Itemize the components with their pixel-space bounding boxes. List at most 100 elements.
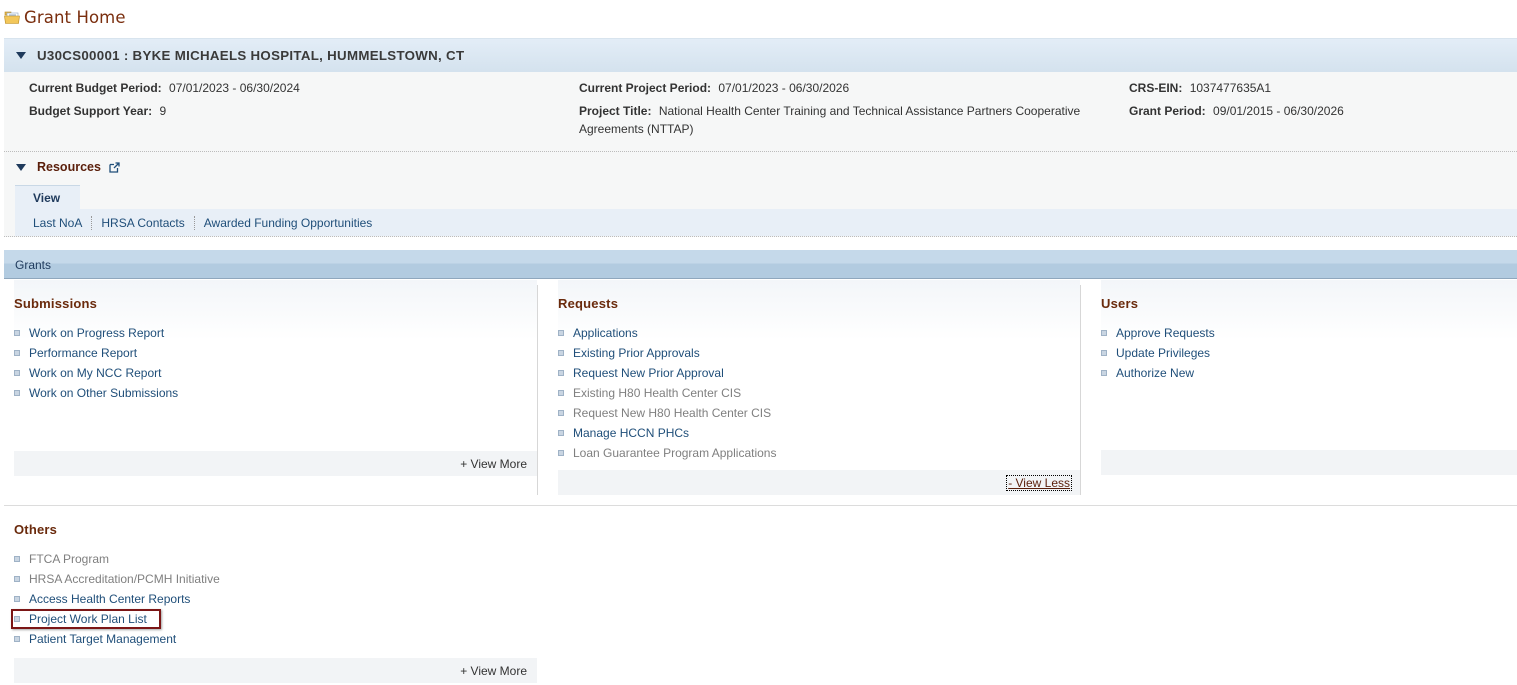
bullet-icon <box>558 370 564 376</box>
collapse-triangle-icon[interactable] <box>16 163 26 171</box>
others-view-more-button[interactable]: + View More <box>460 664 527 678</box>
value: 1037477635A1 <box>1189 81 1272 95</box>
link-project-work-plan-list[interactable]: Project Work Plan List <box>29 612 147 626</box>
link-work-on-my-ncc-report[interactable]: Work on My NCC Report <box>29 366 161 380</box>
bullet-icon <box>14 390 20 396</box>
requests-list: Applications Existing Prior Approvals Re… <box>558 323 776 463</box>
submissions-list: Work on Progress Report Performance Repo… <box>14 323 178 403</box>
details-col-2: Current Project Period: 07/01/2023 - 06/… <box>579 79 1099 138</box>
link-applications[interactable]: Applications <box>573 326 638 340</box>
link-update-privileges[interactable]: Update Privileges <box>1116 346 1210 360</box>
current-budget-period: Current Budget Period: 07/01/2023 - 06/3… <box>29 79 300 97</box>
grant-header[interactable]: U30CS00001 : BYKE MICHAELS HOSPITAL, HUM… <box>4 38 1517 72</box>
value: 07/01/2023 - 06/30/2024 <box>169 81 300 95</box>
link-work-on-other-submissions[interactable]: Work on Other Submissions <box>29 386 178 400</box>
list-item: FTCA Program <box>14 549 220 569</box>
users-list: Approve Requests Update Privileges Autho… <box>1101 323 1215 383</box>
link-manage-hccn-phcs[interactable]: Manage HCCN PHCs <box>573 426 689 440</box>
link-existing-h80-health-center-cis: Existing H80 Health Center CIS <box>573 386 742 400</box>
label: CRS-EIN: <box>1129 81 1183 95</box>
submissions-view-more-button[interactable]: + View More <box>460 457 527 471</box>
column-divider <box>537 285 538 495</box>
bullet-icon <box>14 370 20 376</box>
link-hrsa-contacts[interactable]: HRSA Contacts <box>101 216 184 230</box>
separator <box>91 215 93 230</box>
resources-header[interactable]: Resources <box>16 160 120 174</box>
collapse-triangle-icon[interactable] <box>16 52 26 59</box>
bullet-icon <box>14 636 20 642</box>
list-item: Access Health Center Reports <box>14 589 220 609</box>
bullet-icon <box>14 596 20 602</box>
current-project-period: Current Project Period: 07/01/2023 - 06/… <box>579 79 1099 97</box>
submissions-column: Submissions Work on Progress Report Perf… <box>14 280 537 480</box>
requests-column: Requests Applications Existing Prior App… <box>558 280 1080 480</box>
resources-section: Resources View Last NoA HRSA Contacts Aw… <box>4 152 1517 237</box>
submissions-more-bar: + View More <box>14 451 537 476</box>
list-item: Work on Other Submissions <box>14 383 178 403</box>
others-more-bar: + View More <box>14 658 537 683</box>
requests-heading: Requests <box>558 296 619 311</box>
bullet-icon <box>558 430 564 436</box>
link-approve-requests[interactable]: Approve Requests <box>1116 326 1215 340</box>
link-patient-target-management[interactable]: Patient Target Management <box>29 632 176 646</box>
label: Budget Support Year: <box>29 104 153 118</box>
others-heading: Others <box>14 522 58 537</box>
tab-view[interactable]: View <box>15 185 80 209</box>
list-item: HRSA Accreditation/PCMH Initiative <box>14 569 220 589</box>
list-item: Authorize New <box>1101 363 1215 383</box>
separator <box>193 215 195 230</box>
label: Project Title: <box>579 104 652 118</box>
list-item: Request New H80 Health Center CIS <box>558 403 776 423</box>
link-ftca-program: FTCA Program <box>29 552 110 566</box>
list-item: Approve Requests <box>1101 323 1215 343</box>
bullet-icon <box>1101 350 1107 356</box>
requests-view-less-button[interactable]: - View Less <box>1006 474 1072 491</box>
page-title-text: Grant Home <box>24 7 126 27</box>
users-column: Users Approve Requests Update Privileges… <box>1101 280 1517 450</box>
grant-panel: U30CS00001 : BYKE MICHAELS HOSPITAL, HUM… <box>4 38 1517 238</box>
link-authorize-new[interactable]: Authorize New <box>1116 366 1194 380</box>
link-loan-guarantee-program-applications: Loan Guarantee Program Applications <box>573 446 777 460</box>
bullet-icon <box>14 556 20 562</box>
list-item: Project Work Plan List <box>14 609 220 629</box>
link-performance-report[interactable]: Performance Report <box>29 346 137 360</box>
link-last-noa[interactable]: Last NoA <box>33 216 82 230</box>
others-list: FTCA Program HRSA Accreditation/PCMH Ini… <box>14 549 220 649</box>
link-existing-prior-approvals[interactable]: Existing Prior Approvals <box>573 346 700 360</box>
details-col-3: CRS-EIN: 1037477635A1 Grant Period: 09/0… <box>1129 79 1344 120</box>
label: Grant Period: <box>1129 104 1206 118</box>
list-item: Patient Target Management <box>14 629 220 649</box>
value: 07/01/2023 - 06/30/2026 <box>718 81 850 95</box>
bullet-icon <box>558 450 564 456</box>
link-request-new-h80-health-center-cis: Request New H80 Health Center CIS <box>573 406 772 420</box>
list-item: Update Privileges <box>1101 343 1215 363</box>
bullet-icon <box>14 350 20 356</box>
users-more-bar <box>1101 450 1517 475</box>
requests-more-bar: - View Less <box>558 470 1080 495</box>
list-item: Existing H80 Health Center CIS <box>558 383 776 403</box>
label: Current Project Period: <box>579 81 712 95</box>
bullet-icon <box>14 576 20 582</box>
column-divider <box>1080 285 1081 495</box>
link-work-on-progress-report[interactable]: Work on Progress Report <box>29 326 164 340</box>
bullet-icon <box>558 330 564 336</box>
bullet-icon <box>14 616 20 622</box>
link-access-health-center-reports[interactable]: Access Health Center Reports <box>29 592 190 606</box>
project-title: Project Title: National Health Center Tr… <box>579 102 1099 120</box>
bullet-icon <box>14 330 20 336</box>
grant-details: Current Budget Period: 07/01/2023 - 06/3… <box>4 72 1517 152</box>
list-item: Manage HCCN PHCs <box>558 423 776 443</box>
page-title: Grant Home <box>4 6 126 28</box>
list-item: Performance Report <box>14 343 178 363</box>
bullet-icon <box>1101 370 1107 376</box>
list-item: Work on My NCC Report <box>14 363 178 383</box>
link-hrsa-accreditation-pcmh-initiative: HRSA Accreditation/PCMH Initiative <box>29 572 220 586</box>
link-request-new-prior-approval[interactable]: Request New Prior Approval <box>573 366 724 380</box>
label: Current Budget Period: <box>29 81 162 95</box>
list-item: Applications <box>558 323 776 343</box>
external-link-icon[interactable] <box>109 161 120 173</box>
list-item: Existing Prior Approvals <box>558 343 776 363</box>
link-awarded-funding-opportunities[interactable]: Awarded Funding Opportunities <box>204 216 373 230</box>
details-col-1: Current Budget Period: 07/01/2023 - 06/3… <box>29 79 300 120</box>
list-item: Request New Prior Approval <box>558 363 776 383</box>
